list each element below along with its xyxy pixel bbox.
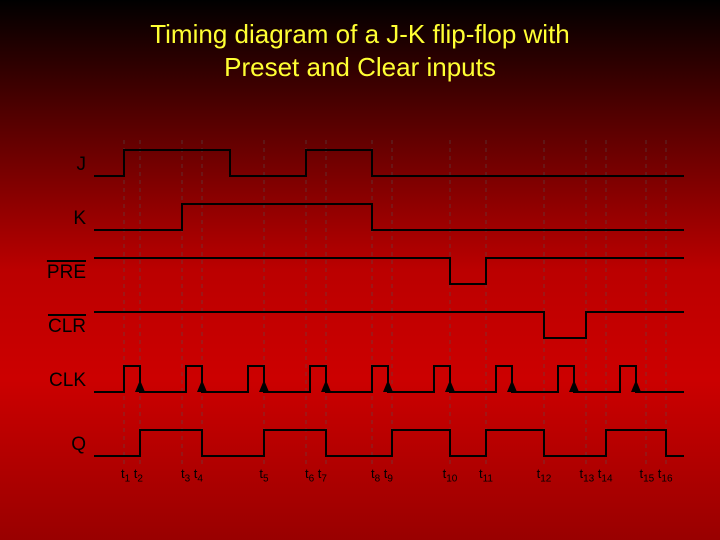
tick-label: t8 t9 bbox=[371, 466, 393, 485]
tick-label: t1 t2 bbox=[121, 466, 143, 485]
clk-rising-arrow-icon bbox=[569, 380, 579, 392]
clk-rising-arrow-icon bbox=[445, 380, 455, 392]
clk-rising-arrow-icon bbox=[197, 380, 207, 392]
label-pre: PRE bbox=[20, 262, 86, 284]
clk-rising-arrow-icon bbox=[321, 380, 331, 392]
clk-rising-arrow-icon bbox=[135, 380, 145, 392]
clk-rising-arrow-icon bbox=[631, 380, 641, 392]
tick-label: t15 t16 bbox=[639, 466, 672, 485]
tick-label: t5 bbox=[259, 466, 268, 485]
title-line-2: Preset and Clear inputs bbox=[224, 52, 496, 82]
label-q: Q bbox=[20, 434, 86, 456]
label-clr: CLR bbox=[20, 316, 86, 338]
tick-label: t3 t4 bbox=[181, 466, 203, 485]
tick-label: t12 bbox=[537, 466, 552, 485]
tick-label: t11 bbox=[479, 466, 493, 485]
waveform-canvas bbox=[94, 140, 684, 480]
label-clk: CLK bbox=[20, 370, 86, 392]
wave-k bbox=[94, 204, 684, 230]
tick-labels: t1 t2 t3 t4 t5 t6 t7 t8 t9 t10 t11 t12 t13 t14 t1… bbox=[94, 466, 684, 496]
page-title: Timing diagram of a J-K flip-flop with P… bbox=[0, 0, 720, 83]
tick-label: t13 t14 bbox=[579, 466, 612, 485]
clk-rising-arrow-icon bbox=[259, 380, 269, 392]
tick-label: t10 bbox=[443, 466, 458, 485]
tick-label: t6 t7 bbox=[305, 466, 327, 485]
title-line-1: Timing diagram of a J-K flip-flop with bbox=[150, 19, 570, 49]
label-k: K bbox=[20, 208, 86, 230]
clk-rising-arrow-icon bbox=[507, 380, 517, 392]
label-j: J bbox=[20, 154, 86, 176]
timing-diagram: J K PRE CLR CLK Q t1 t2 t3 t4 t5 t6 t7 t8 t9… bbox=[20, 140, 700, 520]
